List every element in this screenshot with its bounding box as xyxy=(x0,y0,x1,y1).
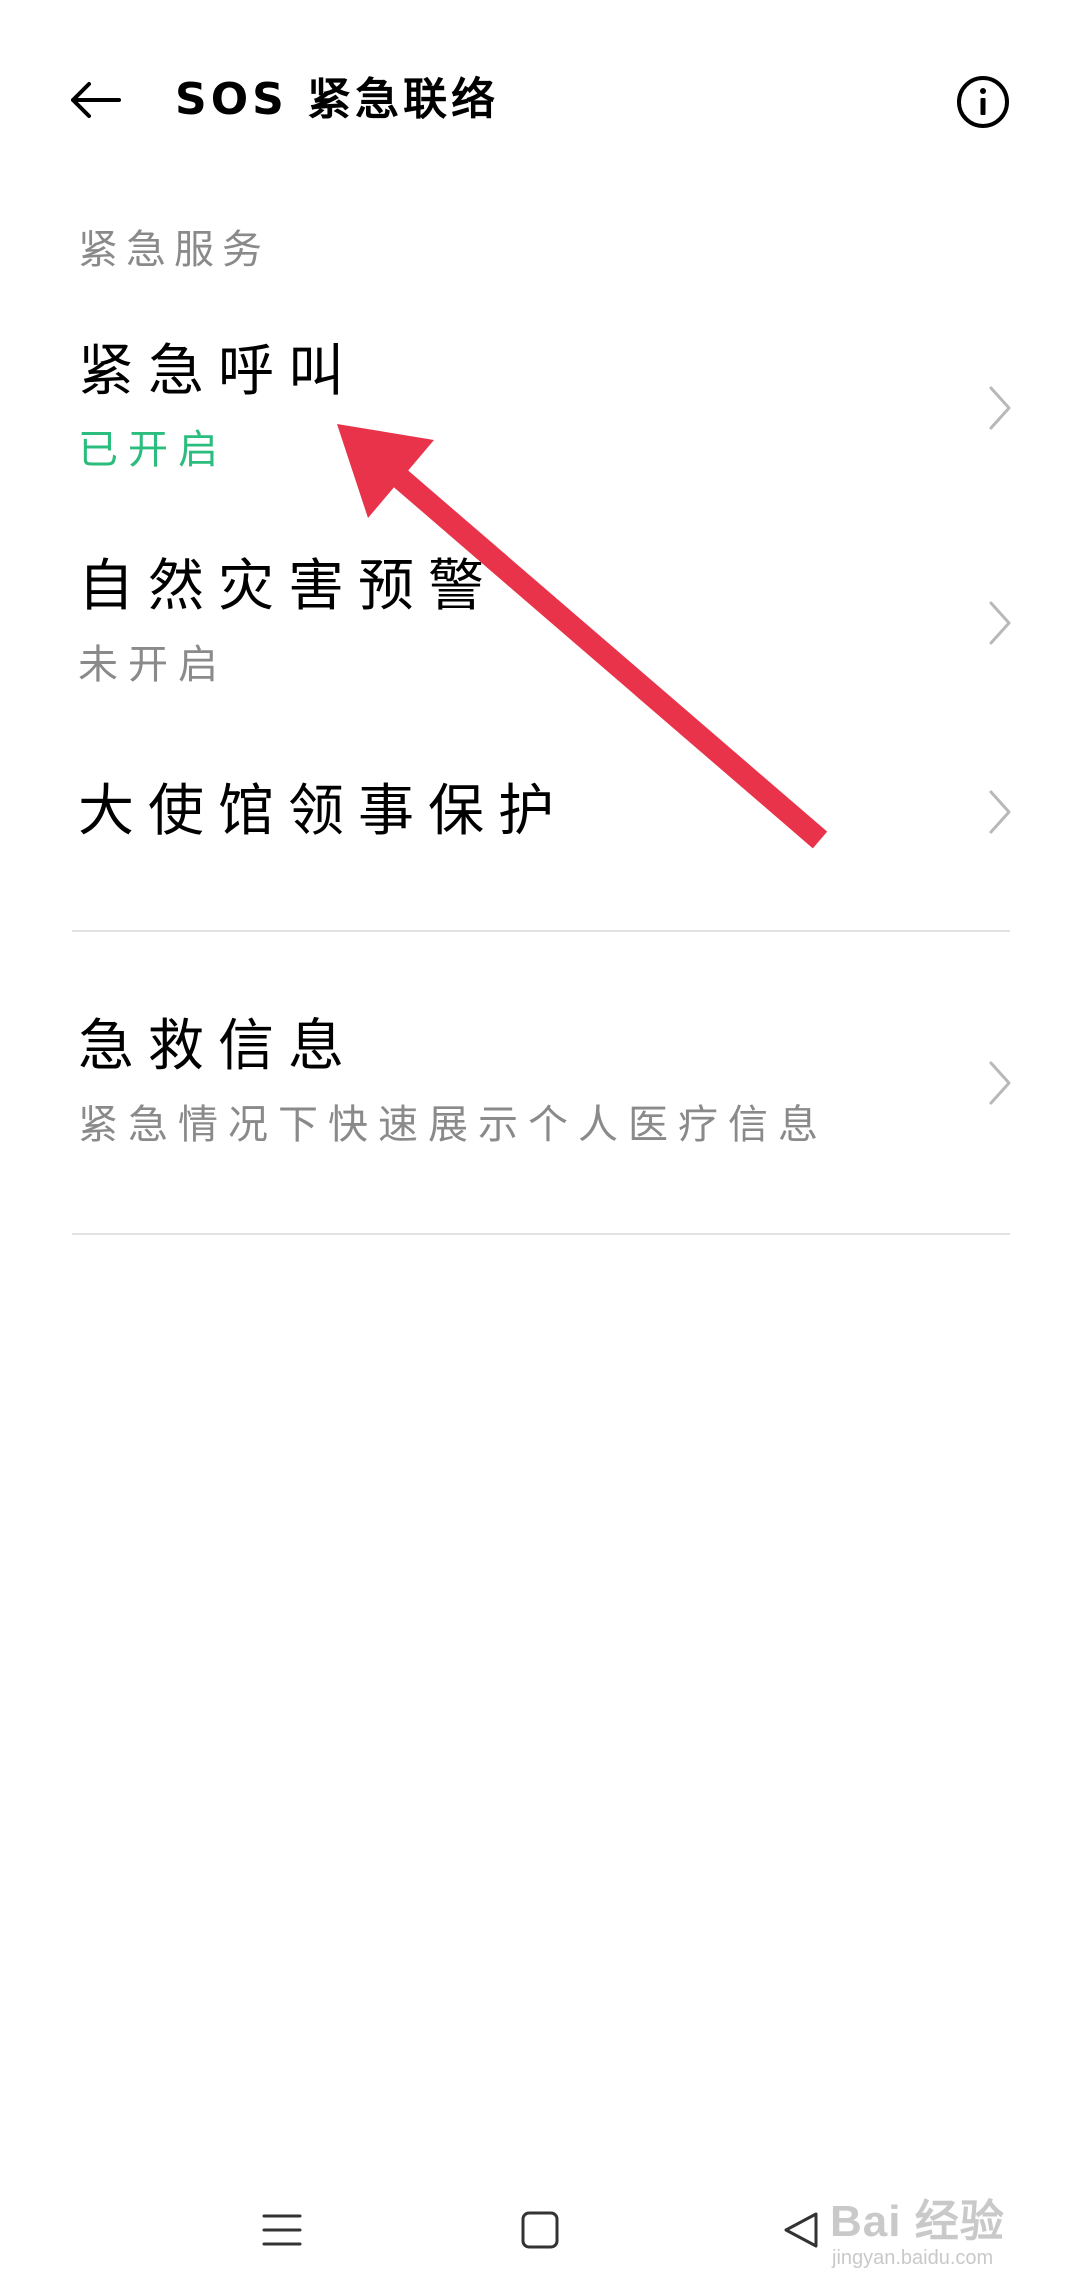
emergency-call-item[interactable]: 紧急呼叫 已开启 xyxy=(0,320,1080,490)
nav-home-button[interactable] xyxy=(508,2198,572,2262)
menu-icon xyxy=(262,2214,302,2246)
item-title: 紧急呼叫 xyxy=(78,339,358,404)
info-button[interactable] xyxy=(955,74,1011,130)
info-circle-icon xyxy=(957,76,1009,128)
item-description: 紧急情况下快速展示个人医疗信息 xyxy=(78,1102,828,1148)
nav-menu-button[interactable] xyxy=(250,2198,314,2262)
watermark: Bai 经验 jingyan.baidu.com xyxy=(830,2185,1050,2275)
app-header: SOS 紧急联络 xyxy=(0,0,1080,200)
chevron-right-icon xyxy=(989,386,1011,430)
item-title: 急救信息 xyxy=(78,1014,358,1079)
back-triangle-icon xyxy=(784,2212,818,2248)
chevron-right-icon xyxy=(989,1061,1011,1105)
consular-protection-item[interactable]: 大使馆领事保护 xyxy=(0,760,1080,870)
item-status: 未开启 xyxy=(78,642,228,688)
watermark-brand: Bai 经验 xyxy=(830,2197,1005,2246)
back-button[interactable] xyxy=(60,70,130,130)
item-status: 已开启 xyxy=(78,427,228,473)
nav-back-button[interactable] xyxy=(768,2198,832,2262)
divider xyxy=(72,930,1010,932)
arrow-left-icon xyxy=(71,82,121,118)
item-title: 大使馆领事保护 xyxy=(78,779,568,844)
page-title: SOS 紧急联络 xyxy=(175,74,500,125)
watermark-url: jingyan.baidu.com xyxy=(832,2247,994,2269)
disaster-warning-item[interactable]: 自然灾害预警 未开启 xyxy=(0,535,1080,705)
chevron-right-icon xyxy=(989,790,1011,834)
divider xyxy=(72,1233,1010,1235)
chevron-right-icon xyxy=(989,601,1011,645)
first-aid-info-item[interactable]: 急救信息 紧急情况下快速展示个人医疗信息 xyxy=(0,995,1080,1175)
item-title: 自然灾害预警 xyxy=(78,554,498,619)
home-square-icon xyxy=(521,2211,559,2249)
section-label: 紧急服务 xyxy=(78,227,270,273)
